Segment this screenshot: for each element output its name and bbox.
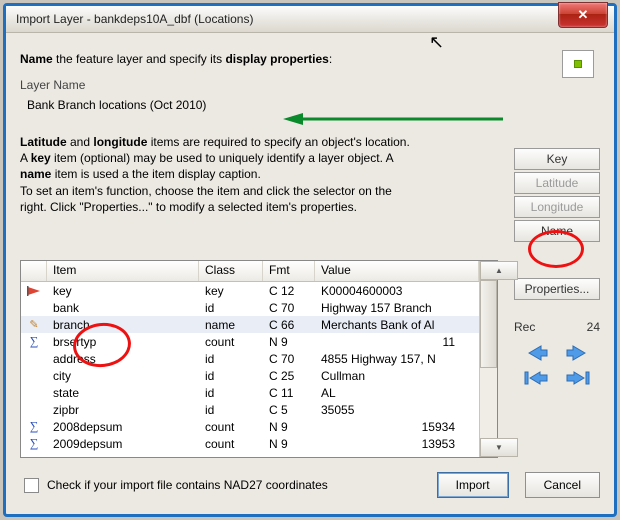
cell-fmt: N 9 <box>263 335 315 349</box>
layer-name-value: Bank Branch locations (Oct 2010) <box>27 98 206 112</box>
cell-class: key <box>199 284 263 298</box>
cell-fmt: C 12 <box>263 284 315 298</box>
help-paragraph: Latitude and longitude items are require… <box>20 134 480 215</box>
cell-fmt: N 9 <box>263 420 315 434</box>
cell-fmt: C 66 <box>263 318 315 332</box>
row-type-icon <box>21 286 47 296</box>
scroll-down-button[interactable]: ▼ <box>480 438 518 457</box>
assign-key-button[interactable]: Key <box>514 148 600 170</box>
assign-latitude-button[interactable]: Latitude <box>514 172 600 194</box>
layer-name-input[interactable]: Bank Branch locations (Oct 2010) <box>20 94 480 116</box>
cell-class: id <box>199 369 263 383</box>
cell-class: id <box>199 301 263 315</box>
next-record-button[interactable] <box>566 344 588 362</box>
cell-item: brsertyp <box>47 335 199 349</box>
cell-fmt: C 11 <box>263 386 315 400</box>
prev-record-button[interactable] <box>526 344 548 362</box>
table-row[interactable]: bankidC 70Highway 157 Branch <box>21 299 479 316</box>
cell-class: count <box>199 335 263 349</box>
row-type-icon: ∑ <box>21 419 47 434</box>
col-fmt[interactable]: Fmt <box>263 261 315 281</box>
rec-label: Rec <box>514 320 535 334</box>
fields-list[interactable]: Item Class Fmt Value keykeyC 12K00004600… <box>20 260 498 458</box>
scroll-thumb[interactable] <box>480 280 497 368</box>
color-swatch-icon <box>574 60 582 68</box>
nad27-label: Check if your import file contains NAD27… <box>47 478 328 492</box>
cell-value: 11 <box>315 335 479 349</box>
nad27-checkbox[interactable] <box>24 478 39 493</box>
col-value[interactable]: Value <box>315 261 479 281</box>
table-row[interactable]: ∑2009depsumcountN 913953 <box>21 435 479 452</box>
cell-value: AL <box>315 386 479 400</box>
table-row[interactable]: keykeyC 12K00004600003 <box>21 282 479 299</box>
cancel-button[interactable]: Cancel <box>525 472 600 498</box>
scroll-up-button[interactable]: ▲ <box>480 261 518 280</box>
rec-value: 24 <box>554 320 600 334</box>
cell-item: state <box>47 386 199 400</box>
cell-class: count <box>199 420 263 434</box>
col-class[interactable]: Class <box>199 261 263 281</box>
table-row[interactable]: zipbridC 535055 <box>21 401 479 418</box>
cell-item: 2009depsum <box>47 437 199 451</box>
close-button[interactable]: ✕ <box>558 2 608 28</box>
table-row[interactable]: ∑brsertypcountN 911 <box>21 333 479 350</box>
cell-value: 4855 Highway 157, N <box>315 352 479 366</box>
window-title: Import Layer - bankdeps10A_dbf (Location… <box>16 12 253 26</box>
assign-longitude-button[interactable]: Longitude <box>514 196 600 218</box>
titlebar[interactable]: Import Layer - bankdeps10A_dbf (Location… <box>6 6 614 33</box>
scroll-track[interactable] <box>480 368 497 438</box>
cell-item: address <box>47 352 199 366</box>
import-button[interactable]: Import <box>437 472 509 498</box>
table-row[interactable]: addressidC 704855 Highway 157, N <box>21 350 479 367</box>
cell-item: branch <box>47 318 199 332</box>
cell-fmt: C 5 <box>263 403 315 417</box>
cell-value: Highway 157 Branch <box>315 301 479 315</box>
properties-button[interactable]: Properties... <box>514 278 600 300</box>
cell-fmt: N 9 <box>263 437 315 451</box>
list-header[interactable]: Item Class Fmt Value <box>21 261 479 282</box>
cell-value: 35055 <box>315 403 479 417</box>
cell-value: 15934 <box>315 420 479 434</box>
table-row[interactable]: cityidC 25Cullman <box>21 367 479 384</box>
cell-item: city <box>47 369 199 383</box>
instruction-line: Name the feature layer and specify its d… <box>20 52 600 66</box>
assign-name-button[interactable]: Name <box>514 220 600 242</box>
close-icon: ✕ <box>578 7 589 23</box>
cell-item: 2008depsum <box>47 420 199 434</box>
cell-value: Merchants Bank of Al <box>315 318 479 332</box>
row-type-icon: ∑ <box>21 334 47 349</box>
layer-name-label: Layer Name <box>20 78 600 92</box>
cell-class: name <box>199 318 263 332</box>
cell-value: 13953 <box>315 437 479 451</box>
list-scrollbar[interactable]: ▲ ▼ <box>479 261 497 457</box>
cell-class: id <box>199 403 263 417</box>
cell-class: id <box>199 352 263 366</box>
cell-value: Cullman <box>315 369 479 383</box>
cell-class: count <box>199 437 263 451</box>
first-record-button[interactable] <box>524 370 548 386</box>
table-row[interactable]: stateidC 11AL <box>21 384 479 401</box>
row-type-icon: ∑ <box>21 436 47 451</box>
cell-item: zipbr <box>47 403 199 417</box>
cell-value: K00004600003 <box>315 284 479 298</box>
table-row[interactable]: ✎branchnameC 66Merchants Bank of Al <box>21 316 479 333</box>
cell-fmt: C 70 <box>263 301 315 315</box>
last-record-button[interactable] <box>566 370 590 386</box>
cell-item: bank <box>47 301 199 315</box>
cell-fmt: C 25 <box>263 369 315 383</box>
table-row[interactable]: ∑2008depsumcountN 915934 <box>21 418 479 435</box>
cell-item: key <box>47 284 199 298</box>
row-type-icon: ✎ <box>21 318 47 331</box>
cell-fmt: C 70 <box>263 352 315 366</box>
cell-class: id <box>199 386 263 400</box>
color-swatch-button[interactable] <box>562 50 594 78</box>
col-item[interactable]: Item <box>47 261 199 281</box>
